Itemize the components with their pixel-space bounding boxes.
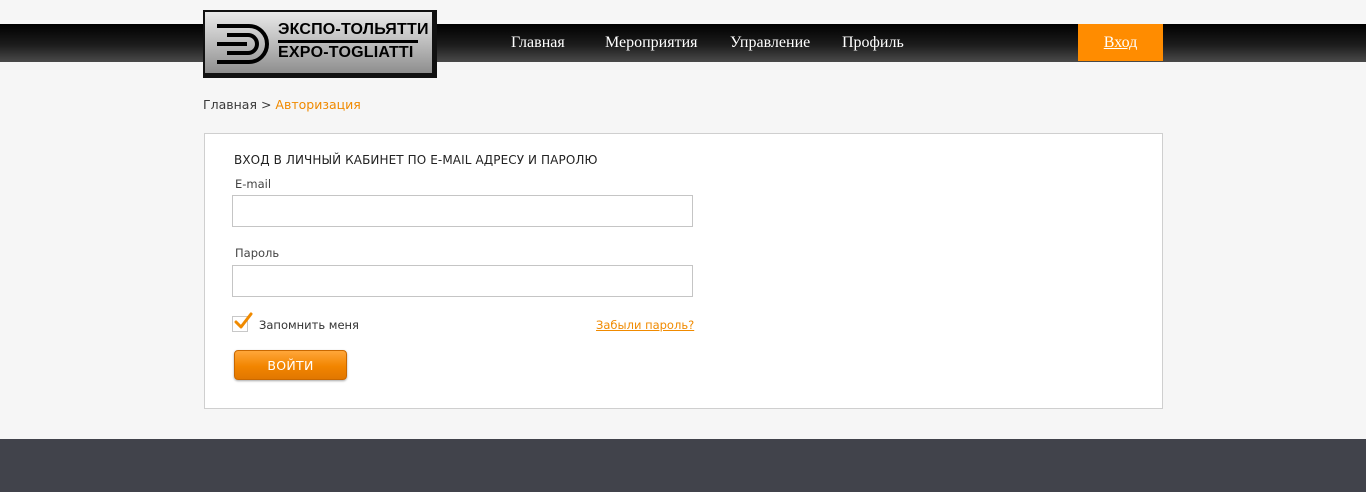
- nav-item-events[interactable]: Мероприятия: [605, 34, 698, 52]
- breadcrumb-separator: >: [257, 97, 276, 112]
- login-panel: ВХОД В ЛИЧНЫЙ КАБИНЕТ ПО E-MAIL АДРЕСУ И…: [204, 133, 1163, 409]
- login-button[interactable]: Вход: [1078, 24, 1163, 61]
- logo[interactable]: ЭКСПО-ТОЛЬЯТТИ EXPO-TOGLIATTI: [203, 10, 437, 78]
- breadcrumb-current: Авторизация: [275, 97, 361, 112]
- email-label: E-mail: [235, 177, 272, 191]
- login-form-title: ВХОД В ЛИЧНЫЙ КАБИНЕТ ПО E-MAIL АДРЕСУ И…: [234, 153, 598, 167]
- forgot-password-link[interactable]: Забыли пароль?: [596, 318, 694, 332]
- password-field[interactable]: [232, 265, 693, 297]
- nav-item-management[interactable]: Управление: [730, 34, 810, 52]
- password-label: Пароль: [235, 246, 280, 260]
- logo-text-en: EXPO-TOGLIATTI: [278, 44, 414, 61]
- footer: [0, 439, 1366, 492]
- breadcrumb-home[interactable]: Главная: [203, 97, 257, 112]
- nav-item-profile[interactable]: Профиль: [842, 34, 904, 52]
- logo-plate: ЭКСПО-ТОЛЬЯТТИ EXPO-TOGLIATTI: [205, 12, 432, 73]
- breadcrumb: Главная > Авторизация: [203, 97, 361, 112]
- checkmark-icon: [234, 312, 253, 329]
- nav-item-home[interactable]: Главная: [511, 34, 565, 52]
- login-button-label: Вход: [1103, 33, 1138, 51]
- email-field[interactable]: [232, 195, 693, 227]
- remember-checkbox[interactable]: [232, 312, 253, 332]
- logo-mark-icon: [217, 24, 269, 64]
- logo-text-ru: ЭКСПО-ТОЛЬЯТТИ: [278, 21, 429, 38]
- logo-divider: [278, 40, 418, 43]
- submit-button[interactable]: ВОЙТИ: [234, 350, 347, 380]
- remember-label[interactable]: Запомнить меня: [259, 318, 359, 332]
